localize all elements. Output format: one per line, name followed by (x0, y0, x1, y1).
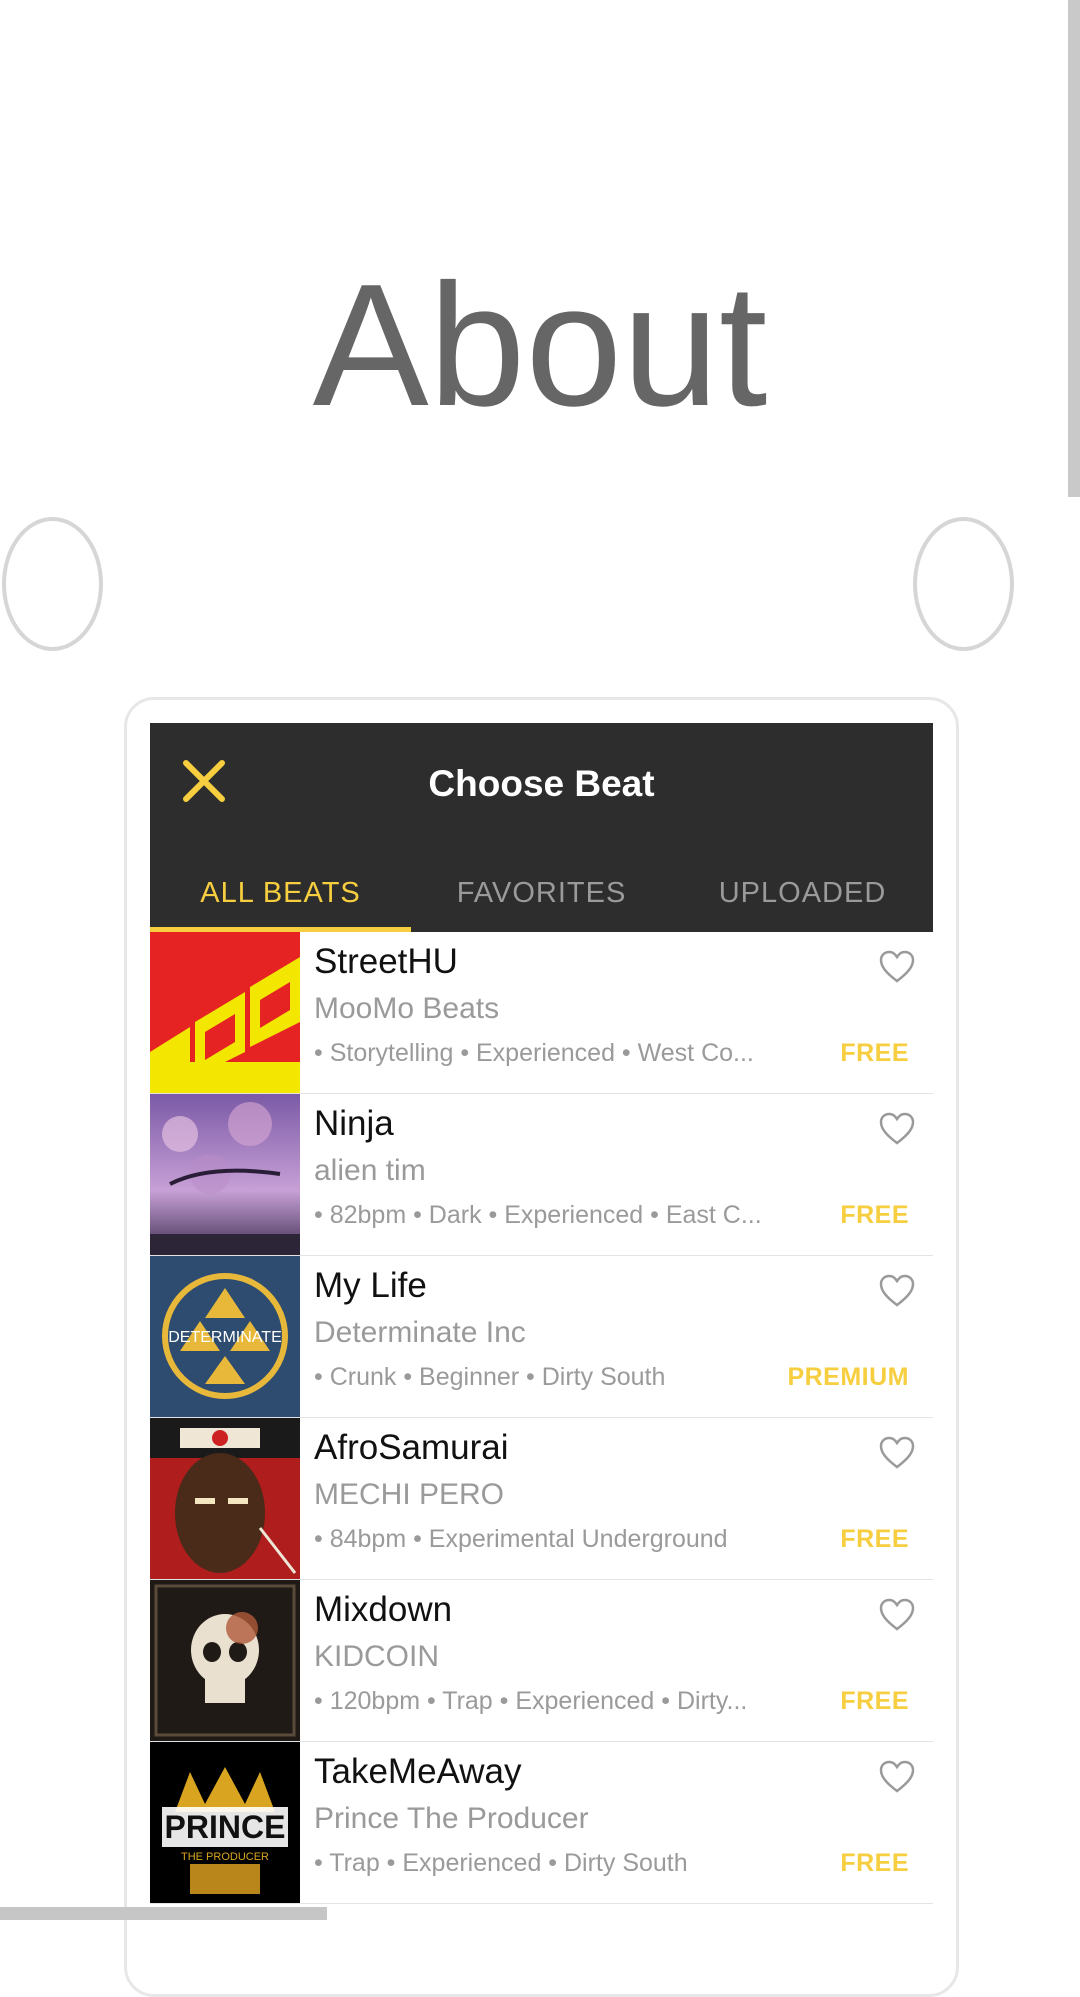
beat-price: FREE (840, 1849, 909, 1877)
heart-icon (879, 950, 915, 983)
page-title: About (312, 247, 768, 442)
beat-row[interactable]: Mixdown KIDCOIN • 120bpm • Trap • Experi… (150, 1580, 933, 1742)
prince-cover-art: PRINCE THE PRODUCER (150, 1742, 300, 1903)
beat-row[interactable]: StreetHU MooMo Beats • Storytelling • Ex… (150, 932, 933, 1094)
beat-price: FREE (840, 1525, 909, 1553)
tab-label: FAVORITES (456, 877, 627, 909)
beat-price: PREMIUM (787, 1363, 909, 1391)
carousel-next-indicator[interactable] (913, 517, 1014, 651)
app-header: Choose Beat ALL BEATS FAVORITES UPLOADED (150, 723, 933, 932)
beat-tags: • 82bpm • Dark • Experienced • East C... (314, 1201, 762, 1229)
heart-icon (879, 1112, 915, 1145)
beat-row[interactable]: Ninja alien tim • 82bpm • Dark • Experie… (150, 1094, 933, 1256)
tab-favorites[interactable]: FAVORITES (411, 863, 672, 932)
ninja-cover-art (150, 1094, 300, 1255)
beat-row[interactable]: DETERMINATE My Life Determinate Inc • Cr… (150, 1256, 933, 1418)
favorite-button[interactable] (879, 950, 915, 984)
art-text: PRINCE (165, 1809, 286, 1845)
afro-samurai-cover-art (150, 1418, 300, 1579)
beat-title: Ninja (314, 1104, 394, 1143)
heart-icon (879, 1436, 915, 1469)
favorite-button[interactable] (879, 1760, 915, 1794)
art-subtext: THE PRODUCER (181, 1851, 269, 1863)
art-text: DETERMINATE (168, 1329, 281, 1346)
beat-price: FREE (840, 1201, 909, 1229)
tab-bar: ALL BEATS FAVORITES UPLOADED (150, 863, 933, 932)
beat-artist: Prince The Producer (314, 1802, 589, 1835)
beat-tags: • Trap • Experienced • Dirty South (314, 1849, 688, 1877)
favorite-button[interactable] (879, 1598, 915, 1632)
beat-title: Mixdown (314, 1590, 453, 1629)
tab-label: ALL BEATS (200, 877, 361, 909)
header-title: Choose Beat (428, 763, 655, 804)
tab-all-beats[interactable]: ALL BEATS (150, 863, 411, 932)
beat-tags: • 120bpm • Trap • Experienced • Dirty... (314, 1687, 748, 1715)
beat-price: FREE (840, 1687, 909, 1715)
skull-cover-art (150, 1580, 300, 1741)
favorite-button[interactable] (879, 1436, 915, 1470)
favorite-button[interactable] (879, 1274, 915, 1308)
beat-artist: Determinate Inc (314, 1316, 526, 1349)
beat-artist: alien tim (314, 1154, 426, 1187)
tab-uploaded[interactable]: UPLOADED (672, 863, 933, 932)
beat-list: StreetHU MooMo Beats • Storytelling • Ex… (150, 932, 933, 1904)
determinate-cover-art: DETERMINATE (150, 1256, 300, 1417)
beat-row[interactable]: AfroSamurai MECHI PERO • 84bpm • Experim… (150, 1418, 933, 1580)
beat-row[interactable]: PRINCE THE PRODUCER TakeMeAway Prince Th… (150, 1742, 933, 1904)
beat-tags: • Storytelling • Experienced • West Co..… (314, 1039, 754, 1067)
heart-icon (879, 1274, 915, 1307)
horizontal-scrollbar[interactable] (0, 1907, 327, 1920)
beat-artist: MooMo Beats (314, 992, 500, 1025)
moomo-cover-art (150, 932, 300, 1093)
heart-icon (879, 1598, 915, 1631)
beat-title: My Life (314, 1266, 427, 1305)
beat-title: StreetHU (314, 942, 458, 981)
app-screenshot: Choose Beat ALL BEATS FAVORITES UPLOADED (150, 723, 933, 1920)
beat-title: TakeMeAway (314, 1752, 522, 1791)
beat-artist: MECHI PERO (314, 1478, 505, 1511)
heart-icon (879, 1760, 915, 1793)
beat-tags: • 84bpm • Experimental Underground (314, 1525, 728, 1553)
tab-label: UPLOADED (718, 877, 887, 909)
beat-title: AfroSamurai (314, 1428, 509, 1467)
beat-price: FREE (840, 1039, 909, 1067)
beat-artist: KIDCOIN (314, 1640, 440, 1673)
favorite-button[interactable] (879, 1112, 915, 1146)
carousel-prev-indicator[interactable] (2, 517, 103, 651)
beat-tags: • Crunk • Beginner • Dirty South (314, 1363, 666, 1391)
